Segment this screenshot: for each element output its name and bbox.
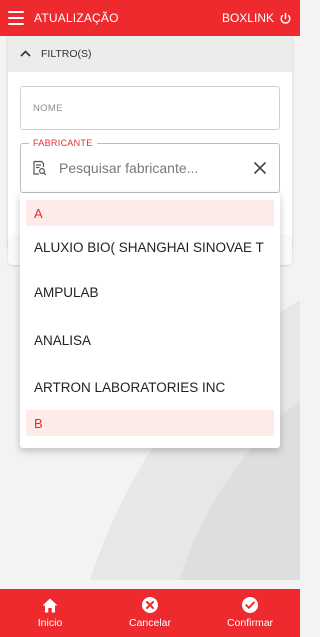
filter-collapse-header[interactable]: FILTRO(S) <box>8 36 292 72</box>
home-label: Inicio <box>37 616 63 629</box>
fabricante-search-input[interactable] <box>59 160 253 176</box>
boxlink-button[interactable]: BOXLINK <box>222 11 292 25</box>
home-button[interactable]: Inicio <box>0 589 100 637</box>
menu-icon[interactable] <box>8 11 24 25</box>
confirm-label: Confirmar <box>226 617 274 629</box>
close-icon[interactable] <box>253 161 267 175</box>
page-title: ATUALIZAÇÃO <box>34 11 119 25</box>
cancel-button[interactable]: Cancelar <box>100 589 200 637</box>
group-header-a: A <box>26 200 274 226</box>
fabricante-legend: FABRICANTE <box>29 138 97 148</box>
cancel-circle-icon <box>142 597 158 613</box>
nome-input[interactable] <box>21 87 279 129</box>
power-icon <box>279 12 292 25</box>
chevron-up-icon <box>20 48 31 60</box>
check-circle-icon <box>242 597 258 613</box>
list-item[interactable]: AMPULAB <box>20 268 280 316</box>
search-list-icon <box>31 160 47 176</box>
home-icon <box>42 598 58 612</box>
list-item[interactable]: ANALISA <box>20 316 280 364</box>
fabricante-dropdown: A ALUXIO BIO( SHANGHAI SINOVAE T AMPULAB… <box>20 193 280 448</box>
fabricante-field[interactable]: FABRICANTE <box>20 138 280 193</box>
cancel-label: Cancelar <box>128 617 172 629</box>
filter-header-label: FILTRO(S) <box>41 48 92 60</box>
confirm-button[interactable]: Confirmar <box>200 589 300 637</box>
group-header-b: B <box>26 410 274 436</box>
top-app-bar: ATUALIZAÇÃO BOXLINK <box>0 0 300 36</box>
list-item[interactable]: ARTRON LABORATORIES INC <box>20 364 280 410</box>
list-item[interactable]: ALUXIO BIO( SHANGHAI SINOVAE T <box>20 226 280 268</box>
boxlink-label: BOXLINK <box>221 11 274 25</box>
bottom-nav: Inicio Cancelar Confirmar <box>0 589 300 637</box>
nome-field[interactable] <box>20 86 280 130</box>
